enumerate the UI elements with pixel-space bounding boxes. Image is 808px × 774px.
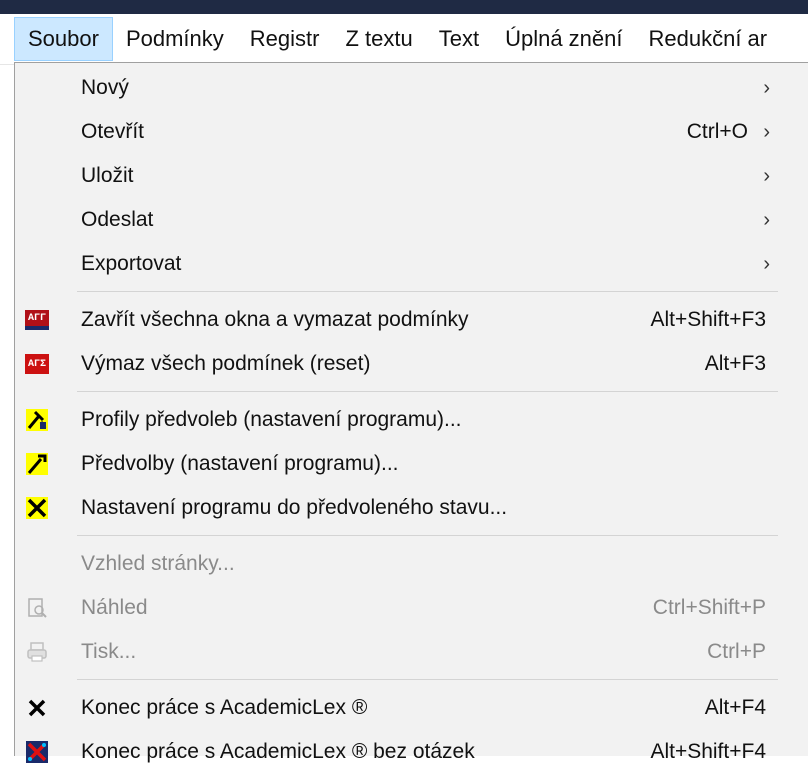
menu-podminky[interactable]: Podmínky bbox=[113, 17, 237, 61]
menu-item-label: Výmaz všech podmínek (reset) bbox=[81, 352, 371, 375]
menu-item-label: Předvolby (nastavení programu)... bbox=[81, 452, 399, 475]
submenu-chevron-icon: › bbox=[763, 164, 770, 187]
print-preview-icon bbox=[25, 596, 49, 620]
menu-text[interactable]: Text bbox=[426, 17, 492, 61]
menu-soubor[interactable]: Soubor bbox=[14, 17, 113, 61]
menu-bar: Soubor Podmínky Registr Z textu Text Úpl… bbox=[0, 14, 808, 65]
menu-item-label: Konec práce s AcademicLex ® bez otázek bbox=[81, 740, 475, 763]
menu-item-close-all-reset[interactable]: ΑΓΓ Zavřít všechna okna a vymazat podmín… bbox=[15, 298, 808, 342]
menu-item-shortcut: Ctrl+O bbox=[686, 120, 748, 143]
menu-item-exportovat[interactable]: Exportovat › bbox=[15, 242, 808, 286]
menu-item-shortcut: Alt+Shift+F3 bbox=[650, 308, 766, 331]
menu-redukcni[interactable]: Redukční ar bbox=[636, 17, 781, 61]
menu-item-reset-conditions[interactable]: ΑΓΣ Výmaz všech podmínek (reset) Alt+F3 bbox=[15, 342, 808, 386]
menu-item-label: Odeslat bbox=[81, 208, 154, 231]
menu-item-reset-defaults[interactable]: Nastavení programu do předvoleného stavu… bbox=[15, 486, 808, 530]
submenu-chevron-icon: › bbox=[763, 120, 770, 143]
menu-item-label: Konec práce s AcademicLex ® bbox=[81, 696, 368, 719]
menu-item-shortcut: Ctrl+Shift+P bbox=[652, 596, 766, 619]
menu-item-shortcut: Alt+Shift+F4 bbox=[650, 740, 766, 763]
menu-item-label: Uložit bbox=[81, 164, 134, 187]
menu-item-profiles[interactable]: Profily předvoleb (nastavení programu)..… bbox=[15, 398, 808, 442]
menu-uplna-zneni[interactable]: Úplná znění bbox=[492, 17, 635, 61]
exit-no-questions-icon bbox=[25, 740, 49, 764]
reset-tools-icon bbox=[25, 496, 49, 520]
submenu-chevron-icon: › bbox=[763, 208, 770, 231]
menu-item-exit[interactable]: Konec práce s AcademicLex ® Alt+F4 bbox=[15, 686, 808, 730]
menu-item-preferences[interactable]: Předvolby (nastavení programu)... bbox=[15, 442, 808, 486]
window-title-bar-edge bbox=[0, 0, 808, 14]
menu-separator bbox=[77, 679, 778, 680]
menu-item-print: Tisk... Ctrl+P bbox=[15, 630, 808, 674]
menu-item-label: Nový bbox=[81, 76, 129, 99]
menu-item-exit-no-questions[interactable]: Konec práce s AcademicLex ® bez otázek A… bbox=[15, 730, 808, 774]
menu-item-ulozit[interactable]: Uložit › bbox=[15, 154, 808, 198]
menu-separator bbox=[77, 291, 778, 292]
submenu-chevron-icon: › bbox=[763, 252, 770, 275]
menu-item-page-setup: Vzhled stránky... bbox=[15, 542, 808, 586]
menu-registr[interactable]: Registr bbox=[237, 17, 333, 61]
menu-item-otevrit[interactable]: Otevřít Ctrl+O › bbox=[15, 110, 808, 154]
menu-item-shortcut: Alt+F4 bbox=[704, 696, 766, 719]
submenu-chevron-icon: › bbox=[763, 76, 770, 99]
ari-close-reset-icon: ΑΓΓ bbox=[25, 308, 49, 332]
soubor-dropdown-menu: Nový › Otevřít Ctrl+O › Uložit › Odeslat… bbox=[14, 62, 808, 763]
menu-item-label: Tisk... bbox=[81, 640, 137, 663]
menu-item-shortcut: Ctrl+P bbox=[707, 640, 766, 663]
ari-reset-icon: ΑΓΣ bbox=[25, 352, 49, 376]
menu-item-novy[interactable]: Nový › bbox=[15, 66, 808, 110]
menu-item-label: Vzhled stránky... bbox=[81, 552, 235, 575]
print-icon bbox=[25, 640, 49, 664]
menu-item-label: Zavřít všechna okna a vymazat podmínky bbox=[81, 308, 469, 331]
menu-separator bbox=[77, 391, 778, 392]
menu-item-shortcut: Alt+F3 bbox=[704, 352, 766, 375]
exit-x-icon bbox=[25, 696, 49, 720]
menu-item-label: Exportovat bbox=[81, 252, 182, 275]
menu-item-label: Profily předvoleb (nastavení programu)..… bbox=[81, 408, 462, 431]
preferences-tools-icon bbox=[25, 452, 49, 476]
menu-item-label: Náhled bbox=[81, 596, 148, 619]
profiles-tools-icon bbox=[25, 408, 49, 432]
menu-item-label: Nastavení programu do předvoleného stavu… bbox=[81, 496, 508, 519]
menu-item-label: Otevřít bbox=[81, 120, 145, 143]
menu-separator bbox=[77, 535, 778, 536]
menu-z-textu[interactable]: Z textu bbox=[332, 17, 425, 61]
menu-item-odeslat[interactable]: Odeslat › bbox=[15, 198, 808, 242]
menu-item-print-preview: Náhled Ctrl+Shift+P bbox=[15, 586, 808, 630]
